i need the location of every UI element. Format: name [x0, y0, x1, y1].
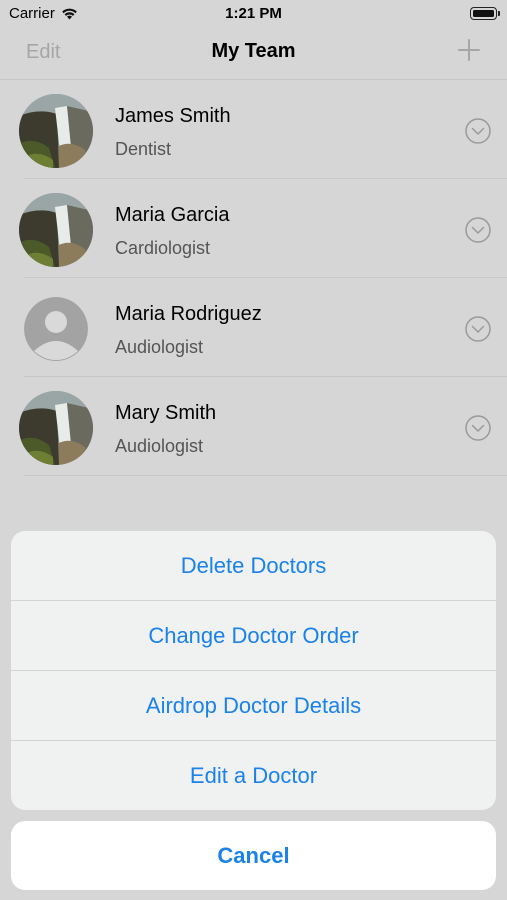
- clock: 1:21 PM: [225, 5, 282, 22]
- status-bar: Carrier 1:21 PM: [0, 0, 507, 28]
- action-sheet: Delete Doctors Change Doctor Order Airdr…: [11, 531, 496, 810]
- page-title: My Team: [211, 40, 296, 62]
- avatar-photo: [19, 193, 93, 267]
- chevron-down-icon[interactable]: [465, 118, 491, 144]
- doctor-role: Audiologist: [115, 337, 204, 357]
- doctor-name: James Smith: [115, 105, 231, 127]
- list-item[interactable]: Mary Smith Audiologist: [19, 377, 507, 476]
- battery-icon: [470, 7, 500, 20]
- navigation-bar: Edit My Team: [0, 28, 507, 78]
- avatar-photo: [19, 391, 93, 465]
- delete-doctors-button[interactable]: Delete Doctors: [11, 531, 496, 601]
- avatar-photo: [19, 94, 93, 168]
- chevron-down-icon[interactable]: [465, 415, 491, 441]
- doctor-role: Dentist: [115, 139, 172, 159]
- doctor-name: Maria Rodriguez: [115, 303, 262, 325]
- person-placeholder-icon: [24, 297, 88, 361]
- list-item[interactable]: James Smith Dentist: [19, 80, 507, 179]
- change-doctor-order-button[interactable]: Change Doctor Order: [11, 601, 496, 671]
- list-item[interactable]: Maria Garcia Cardiologist: [19, 179, 507, 278]
- edit-doctor-button[interactable]: Edit a Doctor: [11, 741, 496, 810]
- doctor-name: Maria Garcia: [115, 204, 230, 226]
- airdrop-doctor-details-button[interactable]: Airdrop Doctor Details: [11, 671, 496, 741]
- doctor-role: Audiologist: [115, 436, 204, 456]
- add-icon[interactable]: [457, 38, 481, 62]
- chevron-down-icon[interactable]: [465, 217, 491, 243]
- list-item[interactable]: Maria Rodriguez Audiologist: [24, 278, 507, 377]
- doctor-role: Cardiologist: [115, 238, 211, 258]
- doctor-name: Mary Smith: [115, 402, 217, 424]
- doctor-list: James Smith Dentist Maria Garcia Cardiol…: [0, 79, 507, 476]
- chevron-down-icon[interactable]: [465, 316, 491, 342]
- cancel-button[interactable]: Cancel: [11, 821, 496, 890]
